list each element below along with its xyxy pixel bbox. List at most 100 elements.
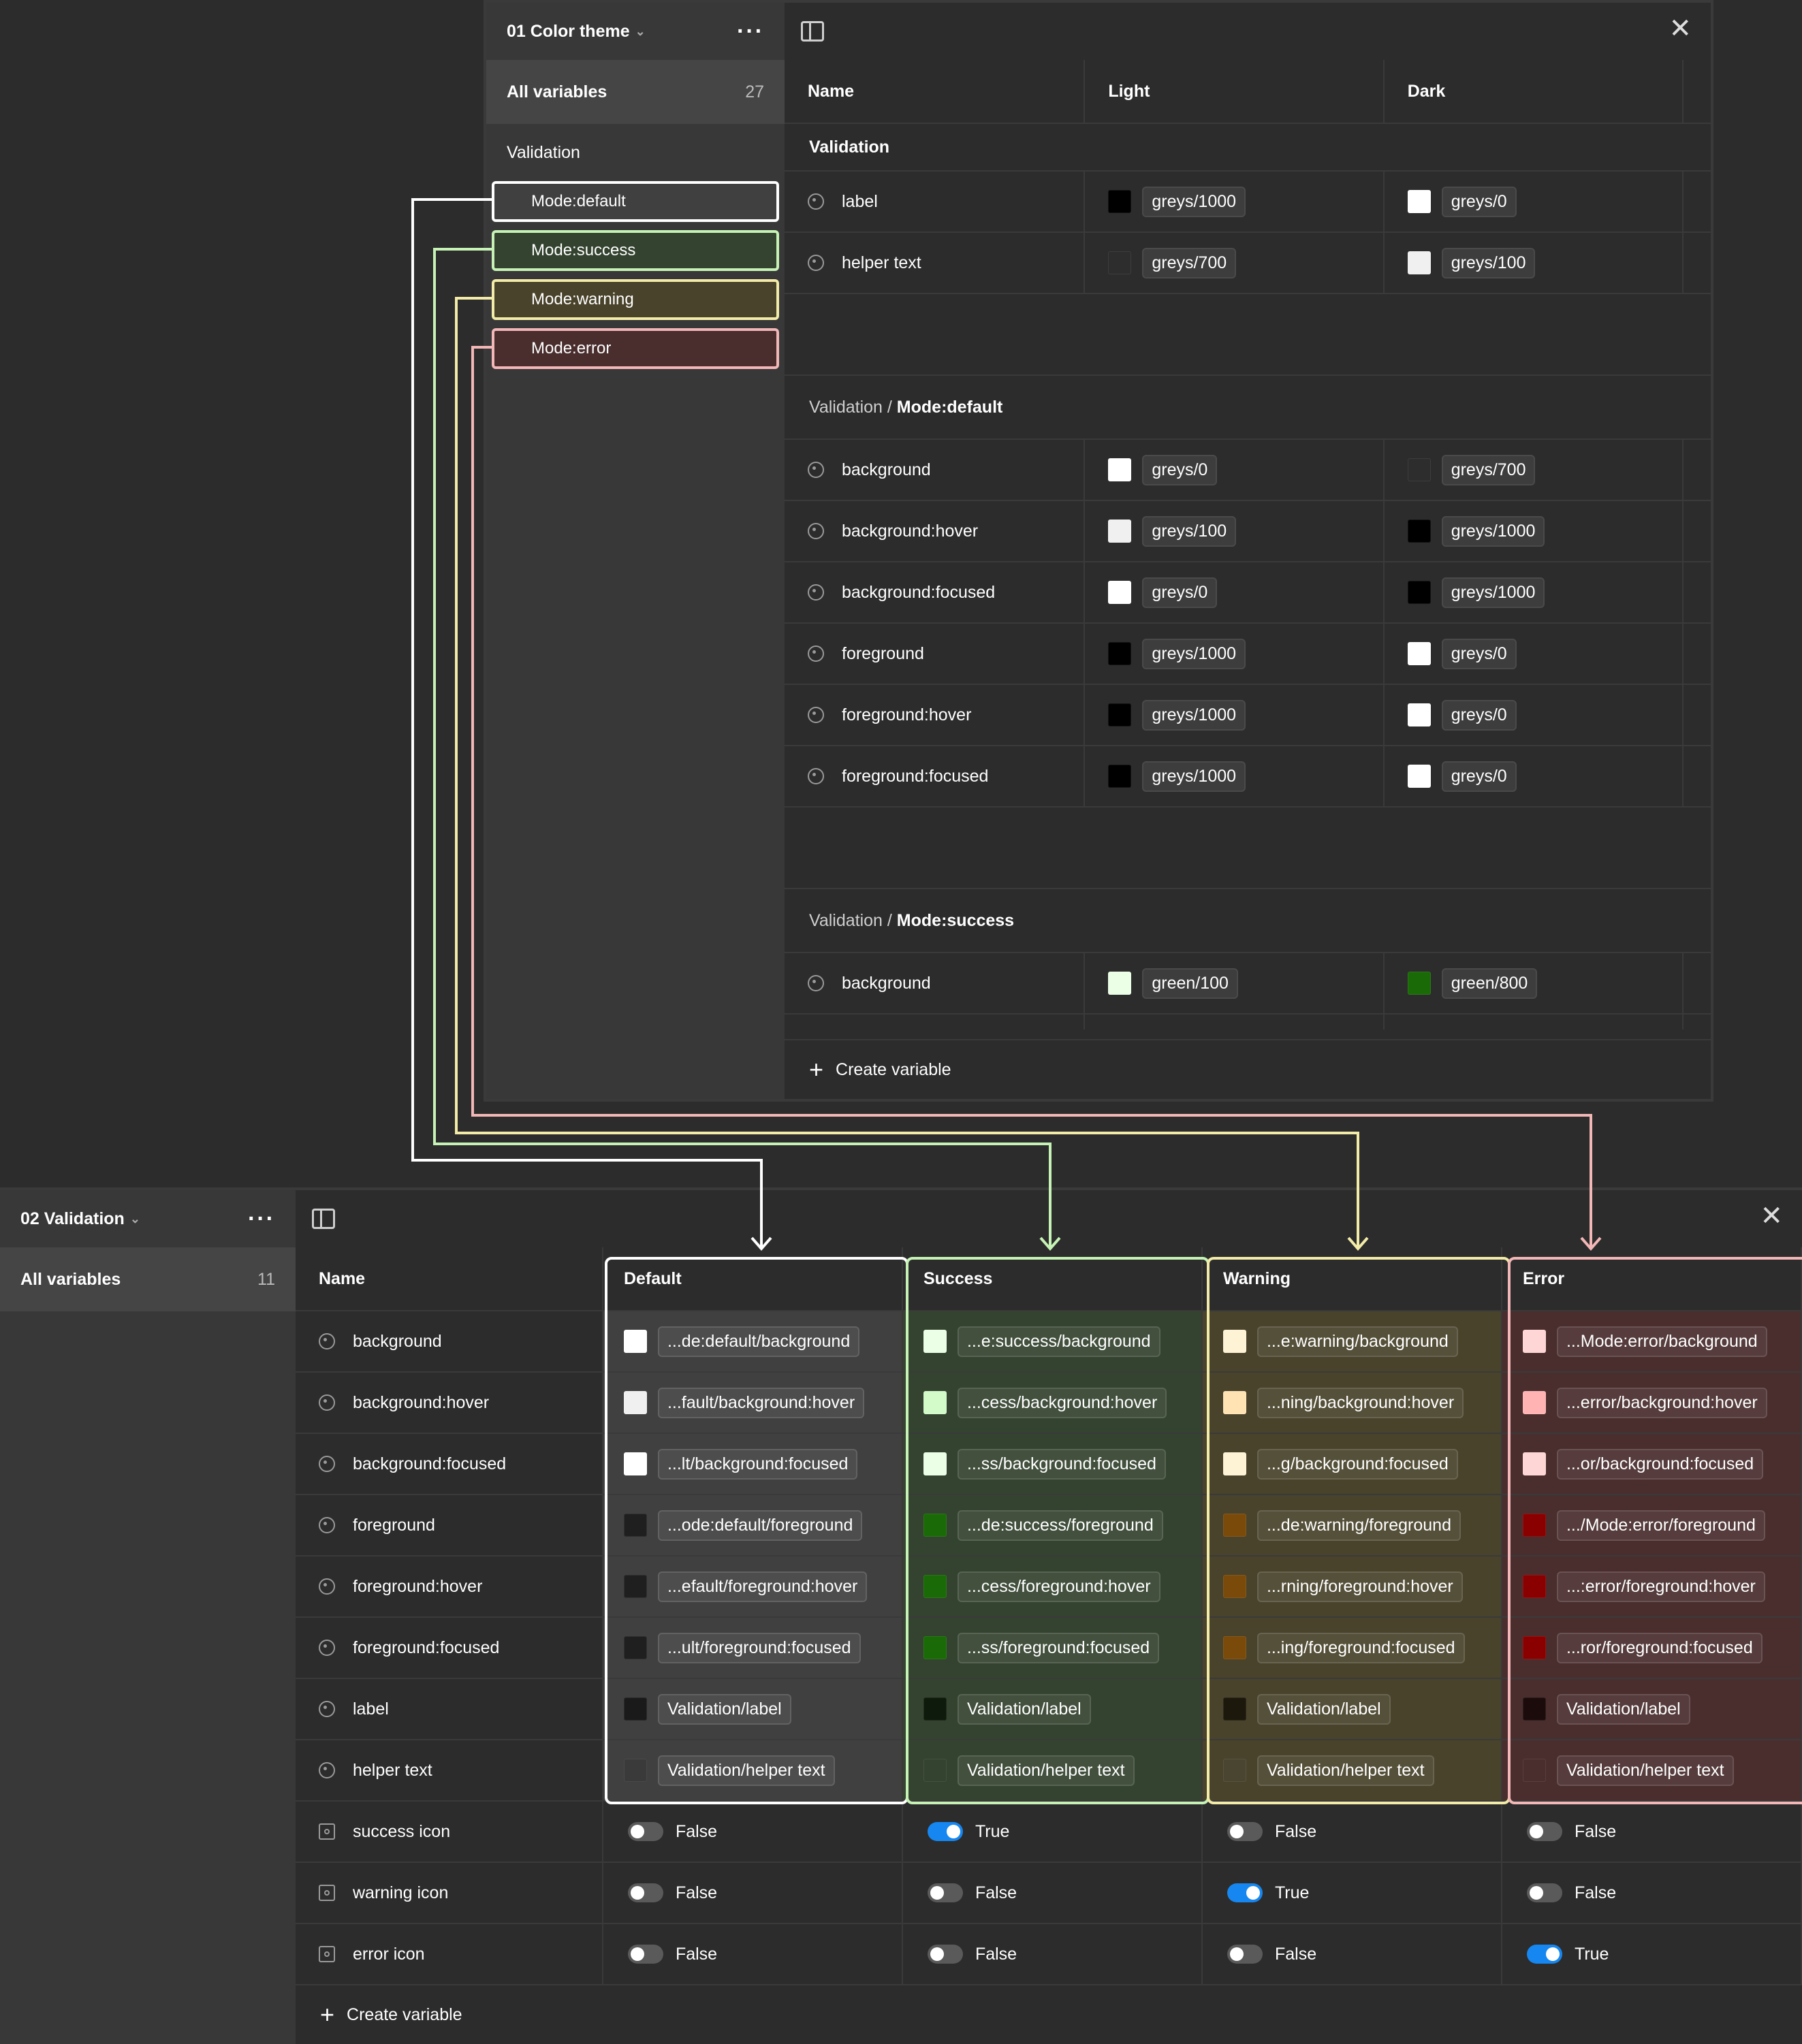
- mode-value-cell[interactable]: ...or/background:focused: [1502, 1434, 1802, 1494]
- color-swatch[interactable]: [1222, 1575, 1246, 1598]
- table-row[interactable]: foreground:hover ...efault/foreground:hov…: [296, 1556, 1802, 1618]
- variable-name-cell[interactable]: background: [785, 440, 1086, 500]
- mode-value-cell[interactable]: Validation/helper text: [603, 1740, 903, 1800]
- light-value-cell[interactable]: greys/0: [1085, 440, 1385, 500]
- color-swatch[interactable]: [1522, 1759, 1546, 1782]
- table-row[interactable]: background:hover ...fault/background:hove…: [296, 1373, 1802, 1434]
- alias-pill[interactable]: greys/1000: [1142, 186, 1246, 217]
- color-swatch[interactable]: [1108, 765, 1132, 788]
- table-row[interactable]: warning icon False False True False: [296, 1863, 1802, 1924]
- alias-pill[interactable]: ...or/background:focused: [1556, 1448, 1764, 1480]
- dark-value-cell[interactable]: green/800: [1385, 953, 1684, 1013]
- alias-pill[interactable]: ...:error/foreground:hover: [1556, 1571, 1765, 1602]
- table-row[interactable]: error icon False False False True: [296, 1924, 1802, 1985]
- color-swatch[interactable]: [1407, 703, 1431, 726]
- add-mode-column[interactable]: [1684, 60, 1711, 123]
- alias-pill[interactable]: Validation/helper text: [1556, 1755, 1734, 1786]
- mode-value-cell[interactable]: ...lt/background:focused: [603, 1434, 903, 1494]
- color-swatch[interactable]: [1522, 1697, 1546, 1721]
- color-swatch[interactable]: [623, 1575, 647, 1598]
- mode-value-cell[interactable]: False: [1502, 1863, 1802, 1923]
- light-value-cell[interactable]: green/200: [1085, 1015, 1385, 1030]
- alias-pill[interactable]: ...ult/foreground:focused: [657, 1632, 861, 1663]
- mode-value-cell[interactable]: ...de:default/background: [603, 1311, 903, 1371]
- alias-pill[interactable]: greys/0: [1142, 454, 1218, 485]
- color-swatch[interactable]: [1407, 581, 1431, 604]
- column-warning[interactable]: Warning: [1203, 1247, 1502, 1310]
- alias-pill[interactable]: greys/1000: [1441, 515, 1545, 547]
- group-mode-success[interactable]: Mode:success: [492, 230, 779, 271]
- alias-pill[interactable]: ...cess/background:hover: [957, 1387, 1167, 1418]
- alias-pill[interactable]: greys/0: [1441, 186, 1517, 217]
- alias-pill[interactable]: green/100: [1142, 968, 1238, 999]
- boolean-toggle[interactable]: [1227, 1822, 1263, 1841]
- color-swatch[interactable]: [923, 1697, 947, 1721]
- group-mode-error[interactable]: Mode:error: [492, 328, 779, 369]
- mode-value-cell[interactable]: Validation/helper text: [1502, 1740, 1802, 1800]
- alias-pill[interactable]: ...de:warning/foreground: [1256, 1510, 1461, 1541]
- alias-pill[interactable]: ...de:default/background: [657, 1326, 860, 1357]
- color-swatch[interactable]: [1108, 972, 1132, 995]
- all-variables-item[interactable]: All variables 27: [486, 60, 785, 124]
- variable-name-cell[interactable]: background:hover: [296, 1373, 603, 1433]
- mode-value-cell[interactable]: ...:error/foreground:hover: [1502, 1556, 1802, 1616]
- mode-value-cell[interactable]: Validation/label: [902, 1679, 1203, 1739]
- alias-pill[interactable]: ...ss/foreground:focused: [957, 1632, 1160, 1663]
- mode-value-cell[interactable]: ...ning/background:hover: [1202, 1373, 1502, 1433]
- mode-value-cell[interactable]: False: [603, 1924, 903, 1984]
- color-swatch[interactable]: [923, 1759, 947, 1782]
- alias-pill[interactable]: ...error/background:hover: [1556, 1387, 1767, 1418]
- column-error[interactable]: Error: [1502, 1247, 1802, 1310]
- color-swatch[interactable]: [1522, 1636, 1546, 1659]
- boolean-toggle[interactable]: [1526, 1883, 1562, 1902]
- light-value-cell[interactable]: greys/0: [1085, 562, 1385, 622]
- close-icon[interactable]: ✕: [1760, 1202, 1783, 1230]
- mode-value-cell[interactable]: False: [903, 1863, 1203, 1923]
- column-success[interactable]: Success: [903, 1247, 1203, 1310]
- variable-name-cell[interactable]: background:hover: [785, 501, 1086, 561]
- color-swatch[interactable]: [1222, 1452, 1246, 1475]
- variable-name-cell[interactable]: background:focused: [296, 1434, 603, 1494]
- sidebar-toggle-icon[interactable]: [801, 21, 824, 42]
- variable-name-cell[interactable]: background: [785, 953, 1086, 1013]
- dark-value-cell[interactable]: greys/0: [1385, 746, 1684, 806]
- alias-pill[interactable]: greys/1000: [1142, 699, 1246, 731]
- mode-value-cell[interactable]: ...e:warning/background: [1202, 1311, 1502, 1371]
- alias-pill[interactable]: ...Mode:error/background: [1556, 1326, 1767, 1357]
- mode-value-cell[interactable]: ...cess/background:hover: [902, 1373, 1203, 1433]
- table-row[interactable]: background greys/0 greys/700: [785, 440, 1711, 501]
- collection-title[interactable]: 01 Color theme: [507, 22, 630, 42]
- collection-header[interactable]: 02 Validation ⌄ ···: [0, 1190, 296, 1247]
- color-swatch[interactable]: [1108, 642, 1132, 665]
- boolean-toggle[interactable]: [627, 1822, 663, 1841]
- more-options-icon[interactable]: ···: [248, 1207, 275, 1230]
- mode-value-cell[interactable]: ...rning/foreground:hover: [1202, 1556, 1502, 1616]
- dark-value-cell[interactable]: greys/1000: [1385, 562, 1684, 622]
- mode-value-cell[interactable]: False: [1203, 1924, 1502, 1984]
- group-validation[interactable]: Validation: [486, 124, 785, 181]
- color-swatch[interactable]: [1407, 251, 1431, 274]
- variable-name-cell[interactable]: foreground:focused: [785, 746, 1086, 806]
- alias-pill[interactable]: Validation/helper text: [1256, 1755, 1434, 1786]
- create-variable-button[interactable]: + Create variable: [296, 1984, 1802, 2044]
- mode-value-cell[interactable]: Validation/helper text: [1202, 1740, 1502, 1800]
- boolean-toggle[interactable]: [627, 1883, 663, 1902]
- mode-value-cell[interactable]: ...Mode:error/background: [1502, 1311, 1802, 1371]
- alias-pill[interactable]: green/200: [1142, 1029, 1238, 1030]
- alias-pill[interactable]: greys/0: [1441, 699, 1517, 731]
- column-dark[interactable]: Dark: [1385, 60, 1684, 123]
- color-swatch[interactable]: [1222, 1391, 1246, 1414]
- alias-pill[interactable]: ...ning/background:hover: [1256, 1387, 1464, 1418]
- color-swatch[interactable]: [1407, 972, 1431, 995]
- mode-value-cell[interactable]: False: [603, 1802, 903, 1862]
- light-value-cell[interactable]: greys/1000: [1085, 685, 1385, 745]
- mode-value-cell[interactable]: Validation/helper text: [902, 1740, 1203, 1800]
- color-swatch[interactable]: [1522, 1330, 1546, 1353]
- more-options-icon[interactable]: ···: [737, 20, 764, 43]
- variable-name-cell[interactable]: foreground: [296, 1495, 603, 1555]
- color-swatch[interactable]: [1407, 765, 1431, 788]
- color-swatch[interactable]: [923, 1514, 947, 1537]
- alias-pill[interactable]: ...e:success/background: [957, 1326, 1160, 1357]
- variable-name-cell[interactable]: helper text: [296, 1740, 603, 1800]
- color-swatch[interactable]: [623, 1697, 647, 1721]
